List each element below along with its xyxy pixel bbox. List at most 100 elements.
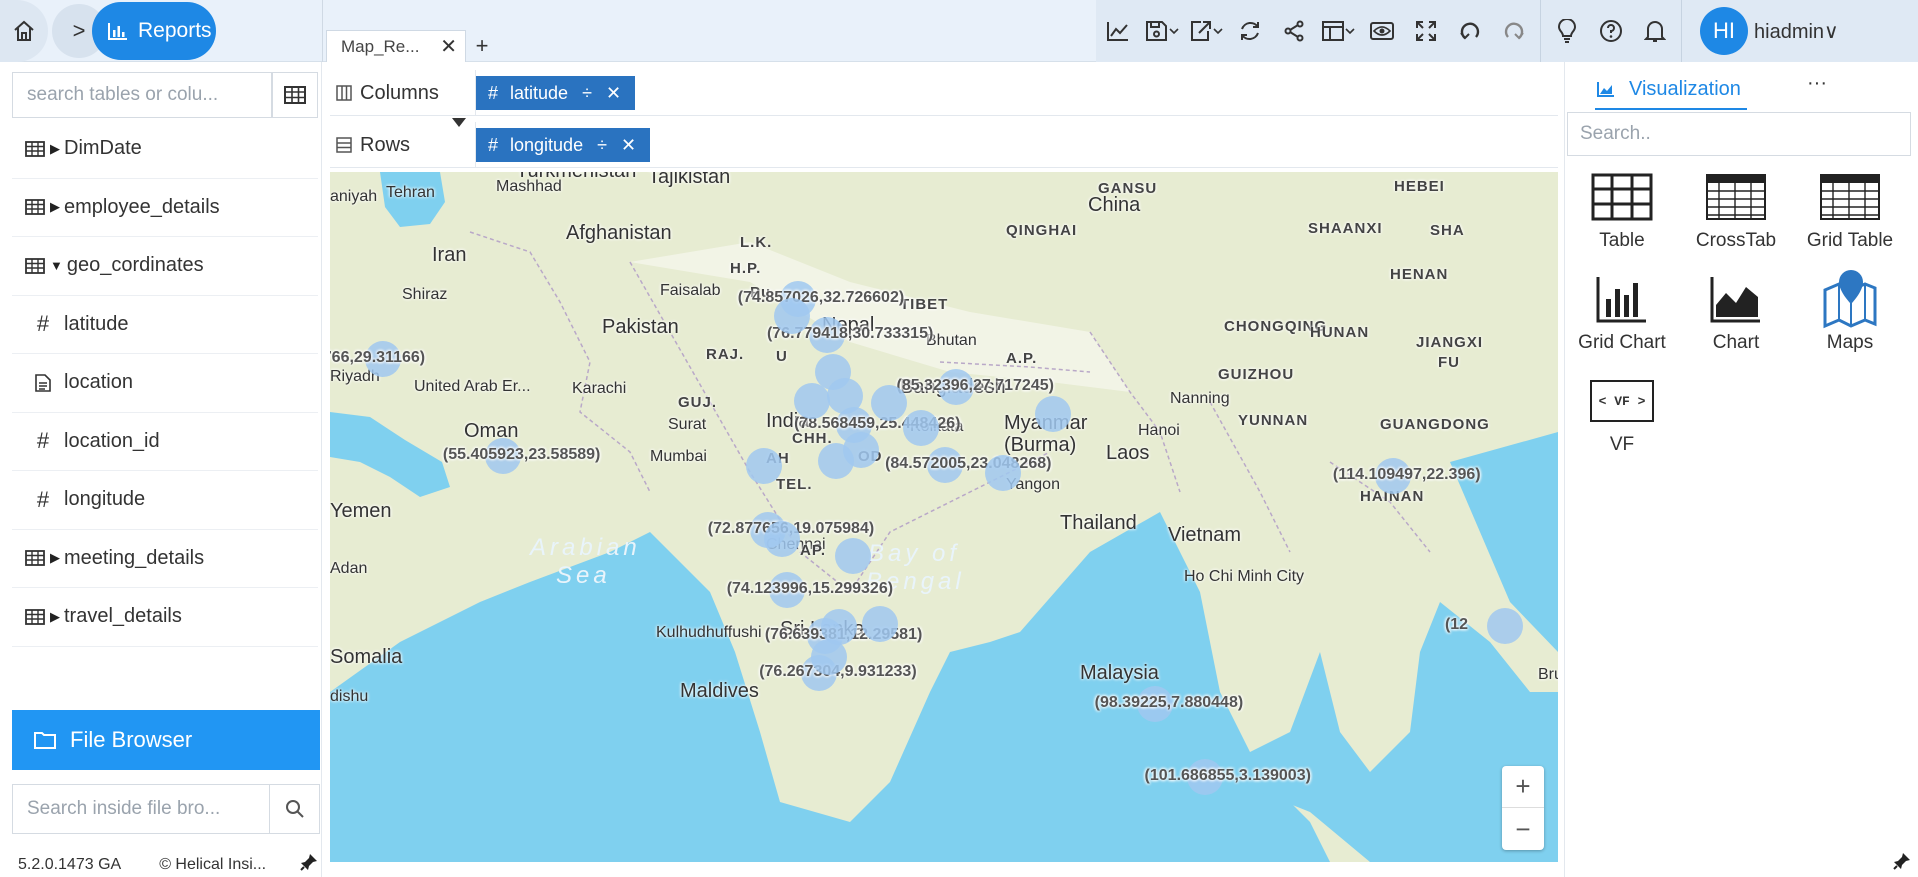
zoom-out-button[interactable]: − bbox=[1502, 808, 1544, 850]
map-point-label: 766,29.31166) bbox=[330, 349, 426, 367]
remove-field-icon[interactable]: ✕ bbox=[621, 135, 636, 156]
tree-item-label: location_id bbox=[64, 429, 160, 452]
visualization-panel: Visualization ··· Search.. Table CrossTab… bbox=[1564, 62, 1918, 877]
tree-item-label: geo_cordinates bbox=[66, 254, 204, 277]
visualization-item-table[interactable]: Table bbox=[1565, 162, 1679, 260]
divide-icon[interactable]: ÷ bbox=[582, 83, 592, 104]
caret-down-icon[interactable]: ▼ bbox=[50, 258, 63, 273]
map-region-label: L.K. bbox=[740, 234, 773, 251]
map-place-label: Ho Chi Minh City bbox=[1184, 568, 1305, 585]
shelf-dropdown-icon[interactable] bbox=[452, 118, 466, 127]
divide-icon[interactable]: ÷ bbox=[597, 135, 607, 156]
preview-button[interactable] bbox=[1360, 0, 1404, 62]
home-button[interactable] bbox=[0, 0, 48, 62]
tips-button[interactable] bbox=[1545, 0, 1589, 62]
copyright-link[interactable]: © Helical Insi... bbox=[159, 856, 266, 874]
reports-nav-button[interactable]: Reports bbox=[92, 2, 216, 60]
caret-right-icon[interactable]: ▶ bbox=[50, 141, 60, 157]
table-item[interactable]: ▶ meeting_details bbox=[12, 530, 318, 588]
map-region-label: GUJ. bbox=[678, 394, 718, 411]
map-point-bubble[interactable] bbox=[871, 384, 908, 421]
file-search-input[interactable]: Search inside file bro... bbox=[13, 798, 269, 820]
map-place-label: Surat bbox=[668, 416, 707, 433]
maps-icon bbox=[1821, 270, 1879, 329]
vf-icon: < VF > bbox=[1590, 372, 1654, 430]
rows-field-pill[interactable]: # longitude ÷ ✕ bbox=[476, 128, 651, 162]
table-view-button[interactable] bbox=[272, 72, 318, 118]
table-item[interactable]: ▶ travel_details bbox=[12, 588, 318, 647]
bar-chart-icon bbox=[108, 23, 127, 40]
search-tables-input[interactable]: search tables or colu... bbox=[12, 72, 272, 118]
user-menu[interactable]: hiadmin∨ bbox=[1754, 19, 1839, 44]
area-chart-icon bbox=[1597, 82, 1614, 97]
redo-button[interactable] bbox=[1492, 0, 1536, 62]
map-point-bubble[interactable] bbox=[794, 382, 831, 419]
map-place-label: Yemen bbox=[330, 500, 392, 522]
divider bbox=[322, 0, 323, 62]
map-place-label: Mashhad bbox=[496, 178, 562, 195]
visualization-item-grid-table[interactable]: Grid Table bbox=[1793, 162, 1907, 260]
caret-right-icon[interactable]: ▶ bbox=[50, 609, 60, 625]
column-item[interactable]: # latitude bbox=[12, 296, 318, 354]
zoom-in-button[interactable]: + bbox=[1502, 766, 1544, 808]
avatar[interactable]: HI bbox=[1700, 7, 1748, 55]
map-point-bubble[interactable] bbox=[774, 297, 811, 334]
fullscreen-button[interactable] bbox=[1404, 0, 1448, 62]
column-item[interactable]: location bbox=[12, 354, 318, 413]
bell-icon bbox=[1644, 21, 1666, 42]
add-tab-button[interactable]: + bbox=[466, 30, 498, 62]
tab-map-report[interactable]: Map_Re... ✕ bbox=[326, 30, 466, 62]
table-item[interactable]: ▼ geo_cordinates bbox=[12, 237, 318, 296]
visualization-item-crosstab[interactable]: CrossTab bbox=[1679, 162, 1793, 260]
map-point-bubble[interactable] bbox=[763, 520, 800, 557]
help-icon bbox=[1600, 20, 1622, 42]
visualization-item-maps[interactable]: Maps bbox=[1793, 264, 1907, 362]
close-icon[interactable]: ✕ bbox=[440, 34, 457, 59]
notifications-button[interactable] bbox=[1633, 0, 1677, 62]
divider bbox=[1681, 0, 1682, 62]
file-browser-button[interactable]: File Browser bbox=[12, 710, 320, 770]
visualization-search-input[interactable]: Search.. bbox=[1567, 112, 1911, 156]
table-item[interactable]: ▶ employee_details bbox=[12, 179, 318, 237]
save-button[interactable] bbox=[1140, 0, 1184, 62]
export-button[interactable] bbox=[1184, 0, 1228, 62]
visualization-item-vf[interactable]: < VF > VF bbox=[1565, 366, 1679, 464]
map-sea-label: Bay of bbox=[868, 540, 961, 567]
share-button[interactable] bbox=[1272, 0, 1316, 62]
line-chart-button[interactable] bbox=[1096, 0, 1140, 62]
help-button[interactable] bbox=[1589, 0, 1633, 62]
map-point-bubble[interactable] bbox=[985, 454, 1022, 491]
column-item[interactable]: # longitude bbox=[12, 471, 318, 530]
pin-button[interactable] bbox=[1893, 852, 1911, 875]
map-region-label: HENAN bbox=[1390, 266, 1449, 283]
visualization-item-grid-chart[interactable]: Grid Chart bbox=[1565, 264, 1679, 362]
grid-chart-icon bbox=[1596, 270, 1648, 328]
visualization-item-chart[interactable]: Chart bbox=[1679, 264, 1793, 362]
layout-button[interactable] bbox=[1316, 0, 1360, 62]
visualization-item-label: Maps bbox=[1826, 332, 1874, 353]
tab-visualization[interactable]: Visualization bbox=[1595, 70, 1747, 110]
file-search-button[interactable] bbox=[269, 785, 319, 833]
table-item[interactable]: ▶ DimDate bbox=[12, 120, 318, 179]
map-point-bubble[interactable] bbox=[1486, 607, 1523, 644]
hash-icon: # bbox=[488, 82, 499, 103]
map-point-bubble[interactable] bbox=[827, 377, 864, 414]
map-place-label: Bru bbox=[1538, 666, 1558, 683]
map-point-bubble[interactable] bbox=[810, 638, 847, 675]
caret-right-icon[interactable]: ▶ bbox=[50, 550, 60, 566]
refresh-button[interactable] bbox=[1228, 0, 1272, 62]
undo-button[interactable] bbox=[1448, 0, 1492, 62]
caret-right-icon[interactable]: ▶ bbox=[50, 199, 60, 215]
area-chart-icon bbox=[1710, 270, 1762, 328]
pin-button[interactable] bbox=[300, 853, 318, 876]
map-point-bubble[interactable] bbox=[745, 448, 782, 485]
columns-field-pill[interactable]: # latitude ÷ ✕ bbox=[476, 76, 636, 110]
map-point-bubble[interactable] bbox=[903, 409, 940, 446]
map-place-label: (Burma) bbox=[1004, 434, 1077, 456]
map-canvas[interactable]: TajikistanTurkmenistanMashhadTehrananiya… bbox=[330, 172, 1558, 862]
map-region-label: HEBEI bbox=[1394, 178, 1445, 195]
more-options-button[interactable]: ··· bbox=[1807, 72, 1827, 95]
column-item[interactable]: # location_id bbox=[12, 413, 318, 471]
remove-field-icon[interactable]: ✕ bbox=[606, 83, 621, 104]
map-region-label: U bbox=[776, 348, 788, 365]
